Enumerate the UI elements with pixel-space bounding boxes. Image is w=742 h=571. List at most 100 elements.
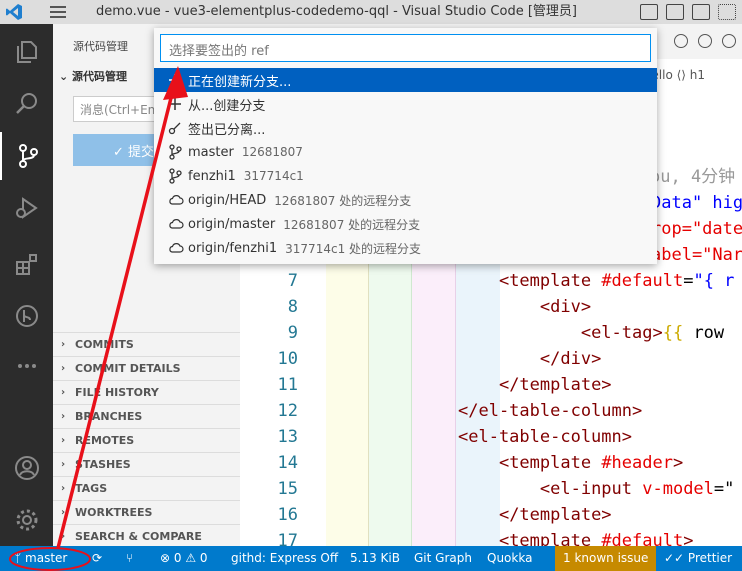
cloud-icon: [168, 240, 188, 256]
item-label: origin/HEAD: [188, 192, 267, 208]
code-text: <div>: [539, 297, 592, 317]
chevron-right-icon: ›: [61, 459, 66, 470]
ref-search-input[interactable]: 选择要签出的 ref: [160, 34, 651, 62]
quick-pick-item[interactable]: master 12681807: [154, 140, 657, 164]
panel-header[interactable]: › SEARCH & COMPARE: [53, 524, 240, 548]
known-issue-badge[interactable]: 1 known issue: [555, 546, 657, 571]
commit-graph-icon[interactable]: [674, 34, 688, 48]
code-line[interactable]: 7 <template #default="{ r: [240, 268, 742, 294]
extensions-icon[interactable]: [0, 240, 53, 288]
chevron-right-icon: ›: [61, 411, 66, 422]
problems-status[interactable]: ⊗ 0 ⚠ 0: [160, 546, 208, 571]
line-number: 16: [277, 505, 298, 525]
section-title: 源代码管理: [72, 70, 128, 83]
panel-label: REMOTES: [75, 434, 135, 447]
git-graph-icon[interactable]: [0, 292, 53, 340]
githd-status[interactable]: githd: Express Off: [231, 546, 338, 571]
toggle-secondary-sidebar-icon[interactable]: [692, 4, 710, 20]
quick-pick-item[interactable]: 签出已分离...: [154, 116, 657, 140]
panel-label: WORKTREES: [75, 506, 153, 519]
code-line[interactable]: 16 </template>: [240, 502, 742, 528]
code-text: </template>: [498, 505, 612, 525]
branch-icon: ᛘ: [14, 551, 22, 565]
item-label: origin/master: [188, 216, 276, 232]
account-icon[interactable]: [0, 444, 53, 492]
panel-header[interactable]: › FILE HISTORY: [53, 380, 240, 404]
prettier-status[interactable]: ✓✓ Prettier: [664, 546, 732, 571]
code-text: <template #default>: [498, 531, 694, 546]
chevron-right-icon: ›: [61, 531, 66, 542]
vscode-logo-icon: [0, 0, 28, 24]
timeline-icon[interactable]: [698, 34, 712, 48]
quick-pick-item[interactable]: fenzhi1 317714c1: [154, 164, 657, 188]
panel-label: STASHES: [75, 458, 131, 471]
more-icon[interactable]: [0, 342, 53, 390]
panel-header[interactable]: › COMMITS: [53, 332, 240, 356]
code-text: <el-input v-model=": [539, 479, 735, 499]
source-control-section-header[interactable]: ⌄ 源代码管理: [59, 68, 127, 84]
code-line[interactable]: 9 <el-tag>{{ row: [240, 320, 742, 346]
title-bar: demo.vue - vue3-elementplus-codedemo-qql…: [0, 0, 742, 24]
quokka-status[interactable]: Quokka: [487, 546, 532, 571]
git-graph-status-icon[interactable]: ⑂: [126, 546, 133, 571]
toggle-sidebar-icon[interactable]: [640, 4, 658, 20]
code-text: Data" hig: [651, 193, 742, 213]
quick-pick-item[interactable]: origin/fenzhi1 317714c1 处的远程分支: [154, 236, 657, 260]
item-label: origin/fenzhi1: [188, 240, 278, 256]
quick-pick-item[interactable]: origin/HEAD 12681807 处的远程分支: [154, 188, 657, 212]
panel-header[interactable]: › STASHES: [53, 452, 240, 476]
quick-pick-item[interactable]: origin/master 12681807 处的远程分支: [154, 212, 657, 236]
panel-label: FILE HISTORY: [75, 386, 159, 399]
menu-icon[interactable]: [44, 0, 72, 24]
settings-gear-icon[interactable]: [0, 496, 53, 544]
code-text: </div>: [539, 349, 602, 369]
toggle-panel-icon[interactable]: [666, 4, 684, 20]
layout-controls: [640, 0, 742, 24]
code-line[interactable]: 15 <el-input v-model=": [240, 476, 742, 502]
chevron-right-icon: ›: [61, 483, 66, 494]
chevron-down-icon: ⌄: [59, 70, 73, 83]
cloud-icon: [168, 192, 188, 208]
chevron-right-icon: ›: [61, 339, 66, 350]
sync-icon[interactable]: ⟳: [92, 546, 102, 571]
code-line[interactable]: 12 </el-table-column>: [240, 398, 742, 424]
file-size-status[interactable]: 5.13 KiB: [350, 546, 400, 571]
gitlens-icon[interactable]: [722, 34, 736, 48]
chevron-right-icon: ›: [61, 363, 66, 374]
line-number: 11: [277, 375, 298, 395]
run-debug-icon[interactable]: [0, 184, 53, 232]
panel-label: BRANCHES: [75, 410, 143, 423]
customize-layout-icon[interactable]: [718, 4, 736, 20]
panel-header[interactable]: › TAGS: [53, 476, 240, 500]
quick-pick-item[interactable]: 从...创建分支: [154, 92, 657, 116]
detach-icon: [168, 120, 188, 136]
explorer-icon[interactable]: [0, 28, 53, 76]
git-graph-status[interactable]: Git Graph: [414, 546, 472, 571]
item-description: 317714c1 处的远程分支: [285, 241, 422, 256]
code-line[interactable]: 8 <div>: [240, 294, 742, 320]
item-label: fenzhi1: [188, 168, 236, 184]
panel-header[interactable]: › COMMIT DETAILS: [53, 356, 240, 380]
search-icon[interactable]: [0, 80, 53, 128]
code-line[interactable]: 10 </div>: [240, 346, 742, 372]
panel-header[interactable]: › REMOTES: [53, 428, 240, 452]
editor-actions: [674, 34, 742, 48]
code-line[interactable]: 11 </template>: [240, 372, 742, 398]
line-number: 15: [277, 479, 298, 499]
code-line[interactable]: 13 <el-table-column>: [240, 424, 742, 450]
panel-header[interactable]: › WORKTREES: [53, 500, 240, 524]
source-control-icon[interactable]: [0, 132, 53, 180]
item-label: master: [188, 144, 234, 160]
line-number: 7: [287, 271, 298, 291]
quick-pick-item[interactable]: 正在创建新分支...: [154, 68, 657, 92]
panel-label: TAGS: [75, 482, 108, 495]
panel-header[interactable]: › BRANCHES: [53, 404, 240, 428]
code-text: <template #default="{ r: [498, 271, 735, 291]
code-line[interactable]: 14 <template #header>: [240, 450, 742, 476]
branch-status-item[interactable]: ᛘ master: [14, 546, 67, 571]
code-line[interactable]: 17 <template #default>: [240, 528, 742, 546]
item-description: 12681807 处的远程分支: [274, 193, 412, 208]
item-description: 12681807 处的远程分支: [283, 217, 421, 232]
cloud-icon: [168, 216, 188, 232]
item-label: 从...创建分支: [188, 98, 266, 114]
